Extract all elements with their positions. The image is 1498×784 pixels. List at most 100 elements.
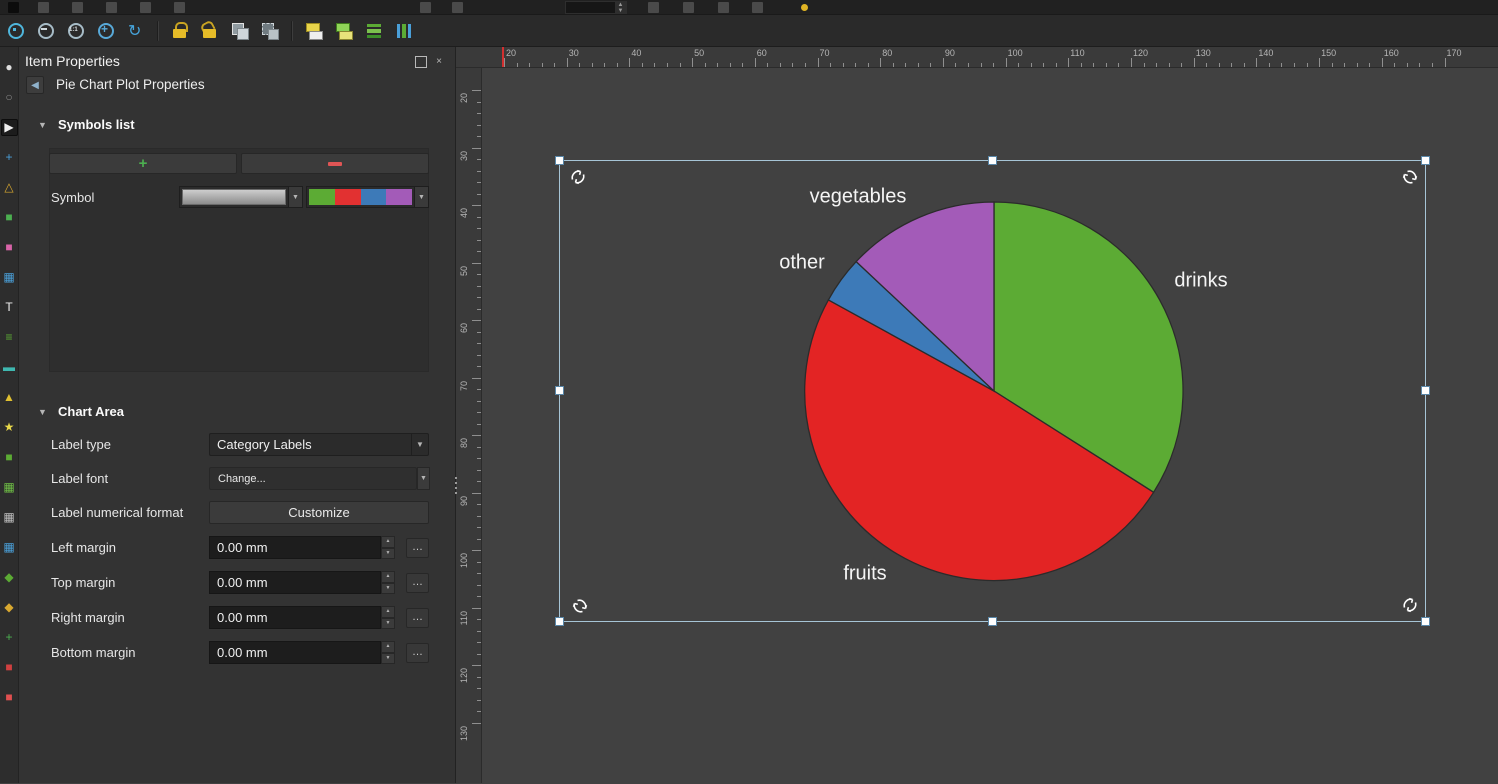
pan-layout-tool-icon[interactable]: ●: [1, 59, 18, 76]
step-up-icon[interactable]: ▲: [381, 606, 395, 618]
toolbar-icon-7[interactable]: [452, 2, 463, 13]
bottom-margin-stepper[interactable]: ▲▼: [381, 641, 395, 664]
add-shape-icon[interactable]: ■: [1, 449, 18, 466]
lower-items-icon[interactable]: [333, 20, 355, 42]
close-panel-icon[interactable]: ×: [433, 56, 445, 68]
add-picture-icon[interactable]: ■: [1, 239, 18, 256]
collapse-symbols-icon[interactable]: ▼: [38, 120, 47, 130]
step-down-icon[interactable]: ▼: [381, 583, 395, 595]
add-node-shape-icon[interactable]: ◆: [1, 599, 18, 616]
resize-handle-top-middle[interactable]: [988, 156, 997, 165]
chevron-down-icon[interactable]: ▼: [411, 434, 428, 455]
add-3d-map-icon[interactable]: ■: [1, 689, 18, 706]
right-margin-input[interactable]: 0.00 mm: [209, 606, 381, 629]
zoom-out-icon[interactable]: [35, 20, 57, 42]
symbols-list-header[interactable]: Symbols list: [58, 117, 135, 132]
back-button[interactable]: ◀: [26, 76, 44, 94]
ungroup-items-icon[interactable]: [259, 20, 281, 42]
gray-gradient-swatch[interactable]: [179, 186, 289, 208]
add-label-icon[interactable]: T: [1, 299, 18, 316]
label-type-combo[interactable]: Category Labels ▼: [209, 433, 429, 456]
step-up-icon[interactable]: ▲: [381, 641, 395, 653]
menu-icon[interactable]: [8, 2, 19, 13]
collapse-chart-area-icon[interactable]: ▼: [38, 407, 47, 417]
resize-handle-middle-right[interactable]: [1421, 386, 1430, 395]
left-margin-stepper[interactable]: ▲▼: [381, 536, 395, 559]
top-margin-expression-button[interactable]: …: [406, 573, 429, 593]
step-down-icon[interactable]: ▼: [381, 653, 395, 665]
add-dynamic-text-icon[interactable]: ■: [1, 659, 18, 676]
resize-handle-bottom-right[interactable]: [1421, 617, 1430, 626]
left-margin-expression-button[interactable]: …: [406, 538, 429, 558]
resize-handle-top-left[interactable]: [555, 156, 564, 165]
toolbar-icon-6[interactable]: [420, 2, 431, 13]
group-items-icon[interactable]: [229, 20, 251, 42]
toolbar-icon-5[interactable]: [174, 2, 185, 13]
rotate-handle-icon[interactable]: [1402, 597, 1418, 613]
symbol-ramp-dropdown[interactable]: ▼: [306, 186, 429, 208]
step-down-icon[interactable]: ▼: [381, 548, 395, 560]
add-map-icon[interactable]: ▦: [1, 269, 18, 286]
label-font-button[interactable]: Change...: [209, 467, 417, 490]
add-fixed-table-icon[interactable]: ▦: [1, 509, 18, 526]
spinner-arrows-icon[interactable]: ▲▼: [615, 2, 626, 13]
right-margin-expression-button[interactable]: …: [406, 608, 429, 628]
zoom-tool-icon[interactable]: ○: [1, 89, 18, 106]
zoom-actual-icon[interactable]: [65, 20, 87, 42]
layout-canvas[interactable]: vegetables other drinks fruits: [482, 68, 1498, 783]
edit-nodes-tool-icon[interactable]: △: [1, 179, 18, 196]
step-up-icon[interactable]: ▲: [381, 536, 395, 548]
add-chart-icon[interactable]: ▦: [1, 479, 18, 496]
add-attribute-table-icon[interactable]: ▦: [1, 539, 18, 556]
resize-handle-bottom-middle[interactable]: [988, 617, 997, 626]
top-margin-input[interactable]: 0.00 mm: [209, 571, 381, 594]
toolbar-icon-8[interactable]: [648, 2, 659, 13]
resize-handle-middle-left[interactable]: [555, 386, 564, 395]
bottom-margin-input[interactable]: 0.00 mm: [209, 641, 381, 664]
add-scalebar-icon[interactable]: ▬: [1, 359, 18, 376]
dropdown-arrow-icon[interactable]: ▼: [289, 186, 303, 208]
undock-panel-icon[interactable]: [415, 56, 427, 68]
chart-area-header[interactable]: Chart Area: [58, 404, 124, 419]
toolbar-icon-1[interactable]: [38, 2, 49, 13]
color-ramp-swatch[interactable]: [306, 186, 415, 208]
align-items-icon[interactable]: [363, 20, 385, 42]
toolbar-icon-4[interactable]: [140, 2, 151, 13]
add-symbol-button[interactable]: +: [49, 153, 237, 174]
zoom-full-icon[interactable]: [5, 20, 27, 42]
select-move-item-tool-icon[interactable]: ▶: [1, 119, 18, 136]
add-html-frame-icon[interactable]: ◆: [1, 569, 18, 586]
step-down-icon[interactable]: ▼: [381, 618, 395, 630]
rotate-handle-icon[interactable]: [572, 598, 588, 614]
add-elevation-profile-icon[interactable]: +: [1, 629, 18, 646]
panel-splitter[interactable]: [455, 477, 457, 494]
resize-handle-top-right[interactable]: [1421, 156, 1430, 165]
toolbar-icon-3[interactable]: [106, 2, 117, 13]
toolbar-icon-9[interactable]: [683, 2, 694, 13]
add-north-arrow-icon[interactable]: ▲: [1, 389, 18, 406]
zoom-in-icon[interactable]: [95, 20, 117, 42]
atlas-icon[interactable]: [801, 4, 808, 11]
toolbar-icon-11[interactable]: [752, 2, 763, 13]
remove-symbol-button[interactable]: [241, 153, 429, 174]
top-margin-stepper[interactable]: ▲▼: [381, 571, 395, 594]
left-margin-input[interactable]: 0.00 mm: [209, 536, 381, 559]
resize-handle-bottom-left[interactable]: [555, 617, 564, 626]
step-up-icon[interactable]: ▲: [381, 571, 395, 583]
symbol-color-dropdown[interactable]: ▼: [179, 186, 303, 208]
rotate-handle-icon[interactable]: [570, 169, 586, 185]
bottom-margin-expression-button[interactable]: …: [406, 643, 429, 663]
dropdown-arrow-icon[interactable]: ▼: [415, 186, 429, 208]
unlock-all-icon[interactable]: [199, 20, 221, 42]
lock-items-icon[interactable]: [169, 20, 191, 42]
move-item-content-tool-icon[interactable]: +: [1, 149, 18, 166]
raise-items-icon[interactable]: [303, 20, 325, 42]
add-legend-icon[interactable]: ≡: [1, 329, 18, 346]
distribute-items-icon[interactable]: [393, 20, 415, 42]
right-margin-stepper[interactable]: ▲▼: [381, 606, 395, 629]
toolbar-combo[interactable]: ▲▼: [565, 1, 627, 14]
refresh-icon[interactable]: [125, 20, 147, 42]
add-page-icon[interactable]: ■: [1, 209, 18, 226]
toolbar-icon-2[interactable]: [72, 2, 83, 13]
font-dropdown-arrow-icon[interactable]: ▼: [417, 467, 430, 490]
